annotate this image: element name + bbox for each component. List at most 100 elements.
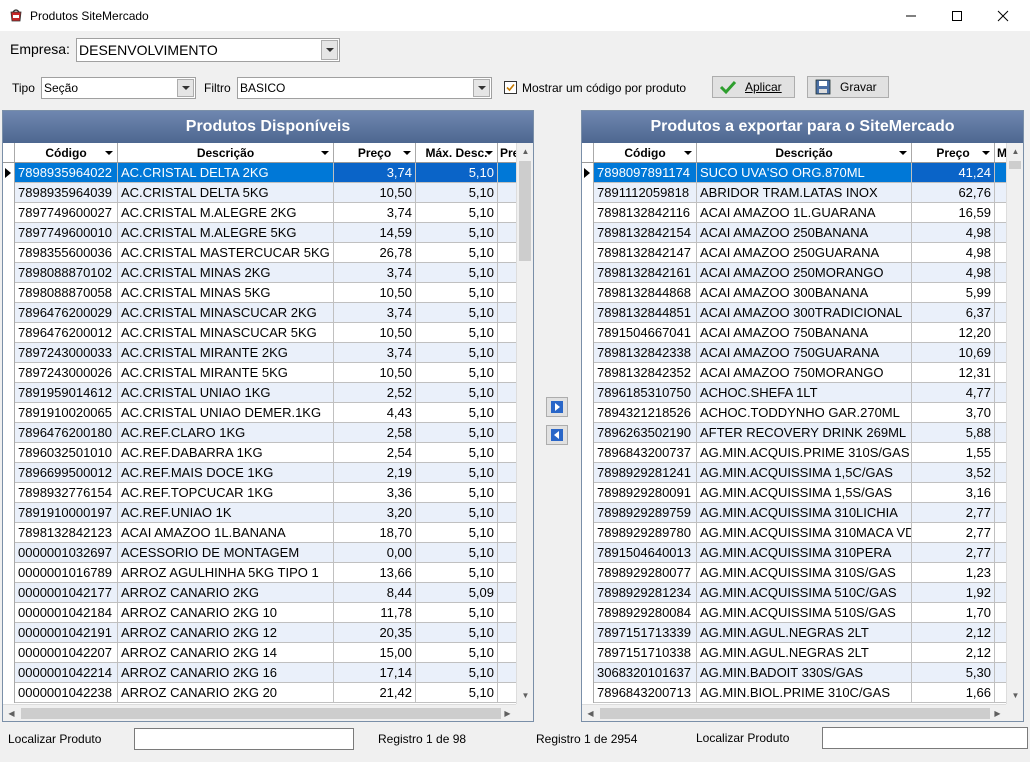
table-row[interactable]: 7897243000026 AC.CRISTAL MIRANTE 5KG 10,50… xyxy=(3,363,516,383)
col-descricao[interactable]: Descrição xyxy=(118,143,334,162)
table-row[interactable]: 7898929289759 AG.MIN.ACQUISSIMA 310LICHIA… xyxy=(582,503,1006,523)
table-row[interactable]: 7898132842338 ACAI AMAZOO 750GUARANA 10,69 xyxy=(582,343,1006,363)
table-row[interactable]: 7898132842147 ACAI AMAZOO 250GUARANA 4,98 xyxy=(582,243,1006,263)
chevron-down-icon[interactable] xyxy=(321,40,338,60)
table-row[interactable]: 7896699500012 AC.REF.MAIS DOCE 1KG 2,19 5,1… xyxy=(3,463,516,483)
close-button[interactable] xyxy=(980,0,1026,31)
scroll-right-icon[interactable]: ▶ xyxy=(989,705,1006,722)
table-cell: 5,10 xyxy=(416,323,498,343)
aplicar-button[interactable]: Aplicar xyxy=(712,76,795,98)
table-row[interactable]: 7896476200029 AC.CRISTAL MINASCUCAR 2KG 3,… xyxy=(3,303,516,323)
scroll-left-icon[interactable]: ◀ xyxy=(582,705,599,722)
scroll-thumb[interactable] xyxy=(519,161,531,261)
table-row[interactable]: 7898355600036 AC.CRISTAL MASTERCUCAR 5KG 2… xyxy=(3,243,516,263)
table-cell: 7898929281241 xyxy=(594,463,697,483)
table-row[interactable]: 3068320101637 AG.MIN.BADOIT 330S/GAS 5,30 xyxy=(582,663,1006,683)
table-row[interactable]: 7898088870058 AC.CRISTAL MINAS 5KG 10,50 5,… xyxy=(3,283,516,303)
chevron-down-icon[interactable] xyxy=(177,79,194,97)
table-row[interactable]: 0000001042177 ARROZ CANARIO 2KG 8,44 5,09 xyxy=(3,583,516,603)
col-m[interactable]: M xyxy=(995,143,1006,162)
table-row[interactable]: 7891959014612 AC.CRISTAL UNIAO 1KG 2,52 5,1… xyxy=(3,383,516,403)
table-row[interactable]: 0000001032697 ACESSORIO DE MONTAGEM 0,00 5,… xyxy=(3,543,516,563)
gravar-button[interactable]: Gravar xyxy=(807,76,889,98)
horizontal-scrollbar[interactable]: ◀ ▶ xyxy=(3,704,516,721)
col-max-desc[interactable]: Máx. Desc. xyxy=(416,143,498,162)
table-row[interactable]: 7898932776154 AC.REF.TOPCUCAR 1KG 3,36 5,10 xyxy=(3,483,516,503)
table-row[interactable]: 7897151713339 AG.MIN.AGUL.NEGRAS 2LT 2,12 xyxy=(582,623,1006,643)
table-row[interactable]: 7898088870102 AC.CRISTAL MINAS 2KG 3,74 5,1… xyxy=(3,263,516,283)
table-row[interactable]: 0000001016789 ARROZ AGULHINHA 5KG TIPO 11… xyxy=(3,563,516,583)
scroll-down-icon[interactable]: ▼ xyxy=(517,687,534,704)
empresa-select[interactable]: DESENVOLVIMENTO xyxy=(76,38,340,62)
chevron-down-icon[interactable] xyxy=(473,79,490,97)
table-row[interactable]: 7898132844851 ACAI AMAZOO 300TRADICIONAL 6… xyxy=(582,303,1006,323)
scroll-down-icon[interactable]: ▼ xyxy=(1007,687,1024,704)
col-preco[interactable]: Preço xyxy=(912,143,995,162)
table-row[interactable]: 7891504667041 ACAI AMAZOO 750BANANA 12,20 xyxy=(582,323,1006,343)
produtos-disponiveis-grid[interactable]: Código Descrição Preço Máx. Desc. Pre 78… xyxy=(3,143,516,704)
table-row[interactable]: 7898097891174 SUCO UVA'SO ORG.870ML 41,24 xyxy=(582,163,1006,183)
table-cell: ARROZ CANARIO 2KG 16 xyxy=(118,663,334,683)
localizar-produto-input-left[interactable] xyxy=(134,728,354,750)
table-row[interactable]: 0000001042184 ARROZ CANARIO 2KG 10 11,78 5,… xyxy=(3,603,516,623)
scroll-up-icon[interactable]: ▲ xyxy=(517,143,534,160)
table-row[interactable]: 7897243000033 AC.CRISTAL MIRANTE 2KG 3,74 5… xyxy=(3,343,516,363)
col-codigo[interactable]: Código xyxy=(15,143,118,162)
move-right-button[interactable] xyxy=(546,397,568,417)
table-row[interactable]: 0000001042238 ARROZ CANARIO 2KG 20 21,42 5,… xyxy=(3,683,516,703)
table-row[interactable]: 0000001042207 ARROZ CANARIO 2KG 14 15,00 5,… xyxy=(3,643,516,663)
tipo-select[interactable]: Seção xyxy=(41,77,196,99)
col-codigo[interactable]: Código xyxy=(594,143,697,162)
table-row[interactable]: 7897749600027 AC.CRISTAL M.ALEGRE 2KG 3,74… xyxy=(3,203,516,223)
table-row[interactable]: 7898132842123 ACAI AMAZOO 1L.BANANA 18,70 5… xyxy=(3,523,516,543)
vertical-scrollbar[interactable]: ▲ ▼ xyxy=(516,143,533,704)
scroll-thumb[interactable] xyxy=(1009,161,1021,169)
minimize-button[interactable] xyxy=(888,0,934,31)
table-row[interactable]: 7894321218526 ACHOC.TODDYNHO GAR.270ML 3,7… xyxy=(582,403,1006,423)
horizontal-scrollbar[interactable]: ◀ ▶ xyxy=(582,704,1006,721)
col-preco[interactable]: Preço xyxy=(334,143,416,162)
scroll-right-icon[interactable]: ▶ xyxy=(499,705,516,722)
vertical-scrollbar[interactable]: ▲ ▼ xyxy=(1006,143,1023,704)
table-row[interactable]: 0000001042214 ARROZ CANARIO 2KG 16 17,14 5,… xyxy=(3,663,516,683)
table-row[interactable]: 7897151710338 AG.MIN.AGUL.NEGRAS 2LT 2,12 xyxy=(582,643,1006,663)
table-row[interactable]: 7896032501010 AC.REF.DABARRA 1KG 2,54 5,10 xyxy=(3,443,516,463)
table-row[interactable]: 7896476200012 AC.CRISTAL MINASCUCAR 5KG 10… xyxy=(3,323,516,343)
table-row[interactable]: 7898935964022 AC.CRISTAL DELTA 2KG 3,74 5,1… xyxy=(3,163,516,183)
table-row[interactable]: 7898132844868 ACAI AMAZOO 300BANANA 5,99 xyxy=(582,283,1006,303)
table-row[interactable]: 7891910020065 AC.CRISTAL UNIAO DEMER.1KG 4… xyxy=(3,403,516,423)
col-descricao[interactable]: Descrição xyxy=(697,143,912,162)
table-row[interactable]: 7898132842154 ACAI AMAZOO 250BANANA 4,98 xyxy=(582,223,1006,243)
table-row[interactable]: 7898132842352 ACAI AMAZOO 750MORANGO 12,31 xyxy=(582,363,1006,383)
scroll-thumb[interactable] xyxy=(600,708,990,719)
table-row[interactable]: 7891504640013 AG.MIN.ACQUISSIMA 310PERA 2,… xyxy=(582,543,1006,563)
table-row[interactable]: 7896185310750 ACHOC.SHEFA 1LT 4,77 xyxy=(582,383,1006,403)
scroll-thumb[interactable] xyxy=(21,708,501,719)
col-pre[interactable]: Pre xyxy=(498,143,516,162)
table-row[interactable]: 7898929281234 AG.MIN.ACQUISSIMA 510C/GAS 1… xyxy=(582,583,1006,603)
scroll-up-icon[interactable]: ▲ xyxy=(1007,143,1024,160)
table-row[interactable]: 7897749600010 AC.CRISTAL M.ALEGRE 5KG 14,5… xyxy=(3,223,516,243)
table-row[interactable]: 7898929281241 AG.MIN.ACQUISSIMA 1,5C/GAS 3… xyxy=(582,463,1006,483)
produtos-exportar-grid[interactable]: Código Descrição Preço M 7898097891174 SU… xyxy=(582,143,1006,704)
localizar-produto-input-right[interactable] xyxy=(822,727,1028,749)
table-row[interactable]: 7898929289780 AG.MIN.ACQUISSIMA 310MACA V… xyxy=(582,523,1006,543)
table-row[interactable]: 7898935964039 AC.CRISTAL DELTA 5KG 10,50 5,… xyxy=(3,183,516,203)
table-row[interactable]: 7898929280091 AG.MIN.ACQUISSIMA 1,5S/GAS 3… xyxy=(582,483,1006,503)
table-row[interactable]: 7898929280077 AG.MIN.ACQUISSIMA 310S/GAS 1… xyxy=(582,563,1006,583)
table-row[interactable]: 7898132842161 ACAI AMAZOO 250MORANGO 4,98 xyxy=(582,263,1006,283)
table-row[interactable]: 7891112059818 ABRIDOR TRAM.LATAS INOX 62,7… xyxy=(582,183,1006,203)
mostrar-checkbox[interactable] xyxy=(504,81,517,94)
table-row[interactable]: 7891910000197 AC.REF.UNIAO 1K 3,20 5,10 xyxy=(3,503,516,523)
table-row[interactable]: 0000001042191 ARROZ CANARIO 2KG 12 20,35 5,… xyxy=(3,623,516,643)
table-row[interactable]: 7898132842116 ACAI AMAZOO 1L.GUARANA 16,59 xyxy=(582,203,1006,223)
table-row[interactable]: 7896843200713 AG.MIN.BIOL.PRIME 310C/GAS 1… xyxy=(582,683,1006,703)
table-row[interactable]: 7896843200737 AG.MIN.ACQUIS.PRIME 310S/GA… xyxy=(582,443,1006,463)
scroll-left-icon[interactable]: ◀ xyxy=(3,705,20,722)
table-row[interactable]: 7896263502190 AFTER RECOVERY DRINK 269ML 5… xyxy=(582,423,1006,443)
move-left-button[interactable] xyxy=(546,425,568,445)
filtro-select[interactable]: BASICO xyxy=(237,77,492,99)
table-row[interactable]: 7898929280084 AG.MIN.ACQUISSIMA 510S/GAS 1… xyxy=(582,603,1006,623)
table-row[interactable]: 7896476200180 AC.REF.CLARO 1KG 2,58 5,10 xyxy=(3,423,516,443)
maximize-button[interactable] xyxy=(934,0,980,31)
